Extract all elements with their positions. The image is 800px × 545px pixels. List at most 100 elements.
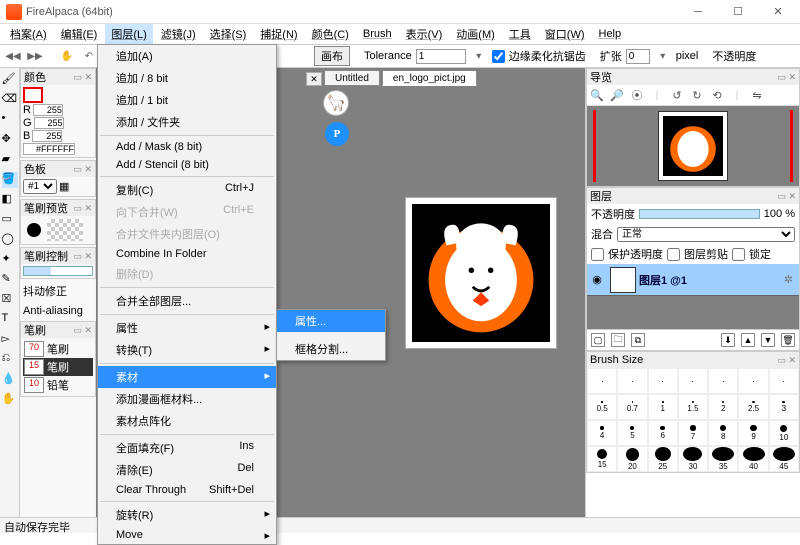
brush-size-cell[interactable] (617, 368, 647, 394)
zoom-out-icon[interactable]: 🔎 (610, 88, 624, 102)
brush-row[interactable]: 10铅笔 (23, 376, 93, 394)
stepper-icon[interactable]: ▾ (654, 47, 672, 65)
menu-item[interactable]: 合并全部图层... (98, 290, 276, 312)
menu-item[interactable]: 全面填充(F)Ins (98, 437, 276, 459)
menu-item[interactable]: 旋转(R)▸ (98, 504, 276, 526)
brush-size-cell[interactable]: 7 (678, 420, 708, 446)
submenu-item[interactable]: 属性... (277, 310, 385, 332)
menu-item[interactable]: Add / Stencil (8 bit) (98, 156, 276, 174)
rotate-reset-icon[interactable]: ⟲ (710, 88, 724, 102)
maximize-button[interactable]: ☐ (718, 1, 758, 23)
eyedropper-icon[interactable]: 💧 (2, 372, 18, 388)
brush-size-cell[interactable]: 15 (587, 446, 617, 472)
rotate-cw-icon[interactable]: ↻ (690, 88, 704, 102)
brush-row[interactable]: 15笔刷 (23, 358, 93, 376)
blend-select[interactable]: 正常 (617, 227, 795, 242)
brush-size-cell[interactable] (708, 368, 738, 394)
hand-tool-icon[interactable]: ✋ (2, 392, 18, 408)
brush-size-cell[interactable]: 0.7 (617, 394, 647, 420)
menu-10[interactable]: 工具 (503, 24, 537, 44)
menu-item[interactable]: 素材▸ (98, 366, 276, 388)
menu-1[interactable]: 编辑(E) (55, 24, 104, 44)
menu-item[interactable]: 素材点阵化 (98, 410, 276, 432)
antialias-checkbox[interactable] (492, 50, 505, 63)
add-swatch-icon[interactable]: ▦ (59, 180, 69, 193)
navigator-view[interactable] (587, 106, 799, 186)
bucket-tool-icon[interactable]: 🪣 (2, 172, 18, 188)
brush-size-cell[interactable] (678, 368, 708, 394)
opacity-slider[interactable] (639, 209, 760, 219)
brush-size-cell[interactable] (587, 368, 617, 394)
minimize-button[interactable]: ─ (678, 1, 718, 23)
divide-tool-icon[interactable]: ⎌ (2, 352, 18, 368)
brush-size-cell[interactable]: 2.5 (738, 394, 768, 420)
brush-size-cell[interactable]: 1.5 (678, 394, 708, 420)
duplicate-layer-icon[interactable]: ⧉ (631, 333, 645, 347)
p-badge-icon[interactable]: P (325, 122, 349, 146)
menu-0[interactable]: 档案(A) (4, 24, 53, 44)
move-down-icon[interactable]: ▼ (761, 333, 775, 347)
stepper-icon[interactable]: ▾ (470, 47, 488, 65)
tolerance-input[interactable] (416, 49, 466, 64)
menu-item[interactable]: 添加 / 文件夹 (98, 111, 276, 133)
play-back-icon[interactable]: ◀◀ (4, 47, 22, 65)
move-tool-icon[interactable]: ✥ (2, 132, 18, 148)
menu-4[interactable]: 选择(S) (204, 24, 253, 44)
text-tool-icon[interactable]: T (2, 312, 18, 328)
new-folder-icon[interactable]: 🗀 (611, 333, 625, 347)
move-up-icon[interactable]: ▲ (741, 333, 755, 347)
brush-width-slider[interactable] (23, 266, 93, 276)
menu-item[interactable]: 转换(T)▸ (98, 339, 276, 361)
menu-12[interactable]: Help (593, 26, 628, 42)
g-input[interactable] (34, 117, 64, 129)
menu-item[interactable]: Clear ThroughShift+Del (98, 481, 276, 499)
menu-5[interactable]: 捕捉(N) (254, 24, 303, 44)
brush-row[interactable]: 70笔刷 (23, 340, 93, 358)
eraser-tool-icon[interactable]: ⌫ (2, 92, 18, 108)
menu-item[interactable]: 添加漫画框材料... (98, 388, 276, 410)
menu-item[interactable]: 复制(C)Ctrl+J (98, 179, 276, 201)
brush-size-cell[interactable]: 20 (617, 446, 647, 472)
menu-item[interactable]: 追加(A) (98, 45, 276, 67)
select-lasso-icon[interactable]: ◯ (2, 232, 18, 248)
brush-size-cell[interactable]: 40 (738, 446, 768, 472)
fill-tool-icon[interactable]: ▰ (2, 152, 18, 168)
select-erase-icon[interactable]: ☒ (2, 292, 18, 308)
zoom-in-icon[interactable]: 🔍 (590, 88, 604, 102)
select-pen-icon[interactable]: ✎ (2, 272, 18, 288)
menu-3[interactable]: 滤镜(J) (155, 24, 202, 44)
brush-size-cell[interactable]: 5 (617, 420, 647, 446)
delete-layer-icon[interactable]: 🗑 (781, 333, 795, 347)
brush-size-cell[interactable]: 3 (769, 394, 799, 420)
clip-checkbox[interactable] (667, 248, 680, 261)
operation-tool-icon[interactable]: ▻ (2, 332, 18, 348)
merge-down-icon[interactable]: ⬇ (721, 333, 735, 347)
menu-6[interactable]: 颜色(C) (306, 24, 355, 44)
brush-tool-icon[interactable]: 🖌 (2, 72, 18, 88)
brush-size-cell[interactable]: 4 (587, 420, 617, 446)
magic-wand-icon[interactable]: ✦ (2, 252, 18, 268)
new-layer-icon[interactable]: ▢ (591, 333, 605, 347)
brush-size-cell[interactable]: 6 (648, 420, 678, 446)
brush-size-cell[interactable] (648, 368, 678, 394)
submenu-item[interactable]: 框格分割... (277, 338, 385, 360)
select-rect-icon[interactable]: ▭ (2, 212, 18, 228)
brush-size-cell[interactable]: 2 (708, 394, 738, 420)
brush-size-cell[interactable]: 0.5 (587, 394, 617, 420)
menu-11[interactable]: 窗口(W) (539, 24, 591, 44)
menu-item[interactable]: Add / Mask (8 bit) (98, 138, 276, 156)
tab-close-icon[interactable]: ✕ (306, 72, 322, 86)
brush-size-cell[interactable]: 30 (678, 446, 708, 472)
brush-size-cell[interactable]: 25 (648, 446, 678, 472)
brush-size-cell[interactable]: 9 (738, 420, 768, 446)
alpaca-badge-icon[interactable]: 🦙 (323, 90, 349, 116)
menu-item[interactable]: 清除(E)Del (98, 459, 276, 481)
hand-icon[interactable]: ✋ (58, 47, 76, 65)
protect-alpha-checkbox[interactable] (591, 248, 604, 261)
visibility-icon[interactable]: ◉ (587, 273, 607, 286)
swatch-select[interactable]: #1 (23, 179, 57, 194)
b-input[interactable] (32, 130, 62, 142)
r-input[interactable] (33, 104, 63, 116)
tab-logo[interactable]: en_logo_pict.jpg (382, 70, 477, 86)
fg-color-swatch[interactable] (23, 87, 43, 103)
